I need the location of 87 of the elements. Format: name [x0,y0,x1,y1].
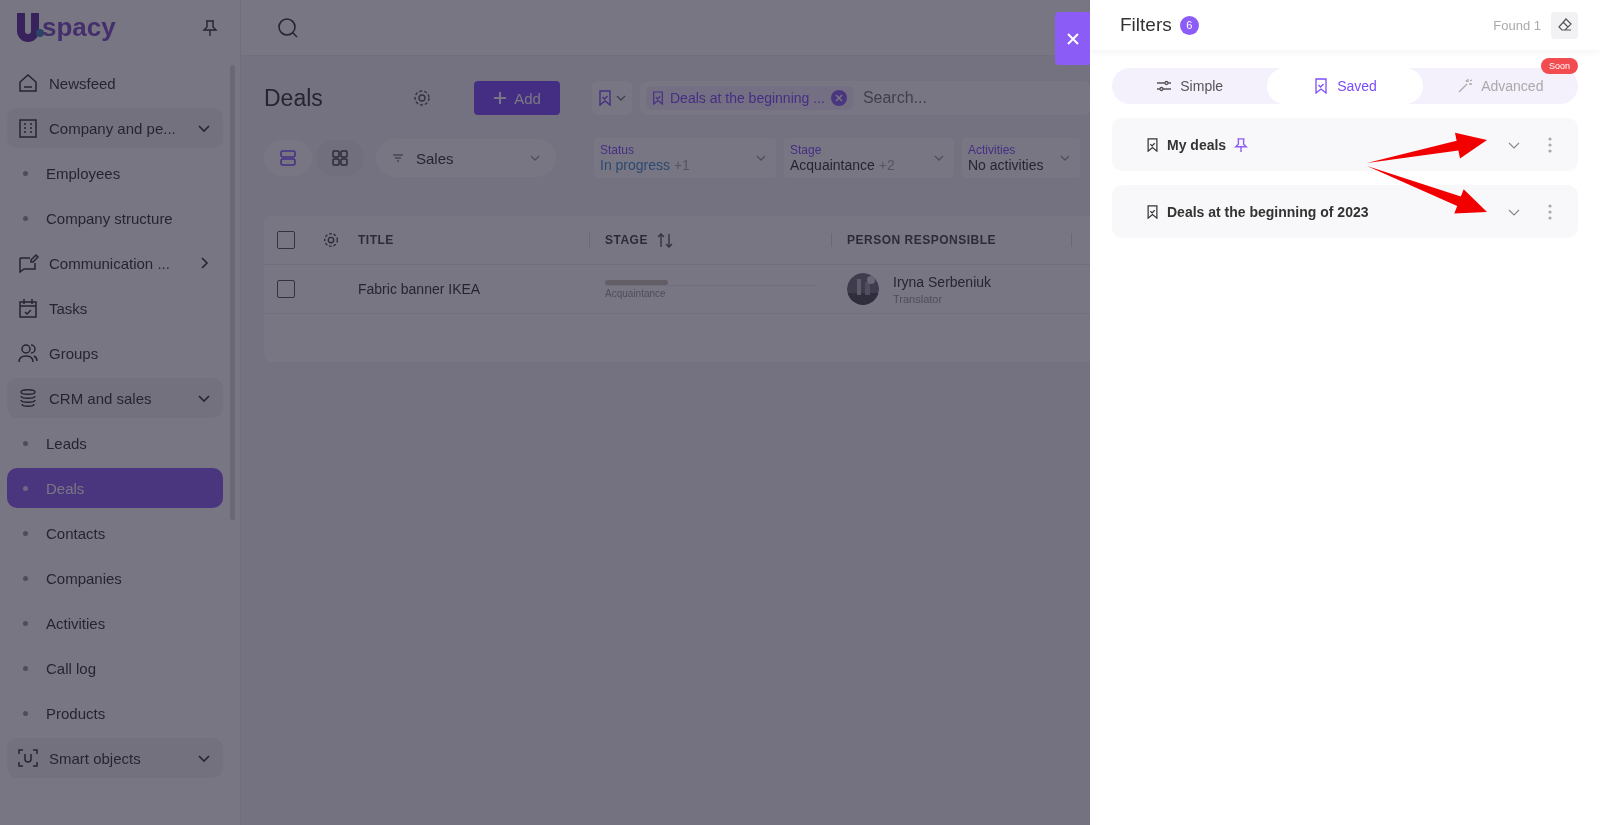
bullet-icon [23,620,28,626]
bookmark-icon [598,90,612,106]
nav-icon [17,117,39,139]
nav-subitem[interactable]: Activities [7,603,223,643]
grid-icon [331,149,349,167]
bullet-icon [23,530,28,536]
nav-item[interactable]: Groups [7,333,223,373]
page-title: Deals [264,84,324,112]
more-icon[interactable] [1548,203,1552,220]
nav-subitem[interactable]: Contacts [7,513,223,553]
list-icon [279,149,297,167]
settings-icon[interactable] [322,231,340,249]
bullet-icon [23,710,28,716]
filter-tab[interactable]: Simple [1112,68,1268,104]
saved-filters-dropdown[interactable] [592,81,632,115]
sort-icon[interactable] [655,232,674,248]
nav-icon [17,252,39,274]
close-icon [1066,32,1079,45]
tab-icon [1313,78,1330,94]
nav-icon [17,747,39,769]
bullet-icon [23,665,28,671]
nav-subitem[interactable]: Call log [7,648,223,688]
clear-filters-button[interactable] [1551,11,1578,39]
column-header[interactable]: STAGE [605,233,648,247]
chevron-icon [530,153,540,163]
eraser-icon [1557,18,1572,32]
clear-icon[interactable] [830,90,847,106]
more-icon[interactable] [1548,136,1552,153]
nav-subitem[interactable]: Leads [7,423,223,463]
nav-subitem[interactable]: Company structure [7,198,223,238]
nav-item[interactable]: Company and pe... [7,108,223,148]
bookmark-icon [1146,204,1159,219]
column-header[interactable]: PERSON RESPONSIBLE [847,233,997,247]
logo-text: spacy [42,12,116,43]
chevron-icon [1060,153,1070,163]
saved-filter-card[interactable]: My deals [1112,118,1578,171]
select-all-checkbox[interactable] [277,231,295,249]
chevron-icon [616,93,626,103]
person-name: Iryna Serbeniuk [893,273,992,290]
nav-icon [17,342,39,364]
nav-item[interactable]: Smart objects [7,738,223,778]
filter-field[interactable]: Activities No activities [962,138,1080,178]
nav-subitem[interactable]: Companies [7,558,223,598]
chevron-icon [756,153,766,163]
bookmark-icon [652,91,664,105]
nav-icon [17,387,39,409]
nav-item[interactable]: Communication ... [7,243,223,283]
nav-item[interactable]: Tasks [7,288,223,328]
saved-filter-name: Deals at the beginning of 2023 [1167,203,1369,220]
close-button[interactable] [1055,12,1090,65]
row-checkbox[interactable] [277,280,295,298]
count-badge: 6 [1179,15,1199,35]
logo-icon [14,10,44,45]
panel-title: Filters [1120,14,1172,36]
found-count: Found 1 [1493,17,1541,33]
search-icon[interactable] [277,16,299,39]
bullet-icon [23,440,28,446]
pin-icon[interactable] [202,18,218,37]
settings-icon[interactable] [412,88,432,108]
add-button[interactable]: Add [474,81,560,115]
view-toggle[interactable] [264,140,312,176]
bullet-icon [23,485,28,491]
bullet-icon [23,170,28,176]
nav-subitem[interactable]: Employees [7,153,223,193]
filter-icon [392,153,404,163]
tab-icon [1156,78,1173,94]
nav-icon [17,297,39,319]
nav-item[interactable]: CRM and sales [7,378,223,418]
saved-filter-card[interactable]: Deals at the beginning of 2023 [1112,185,1578,238]
nav-item[interactable]: Newsfeed [7,63,223,103]
nav-subitem[interactable]: Deals [7,468,223,508]
tab-icon [1457,78,1474,94]
bookmark-icon [1146,137,1159,152]
bullet-icon [23,215,28,221]
plus-icon [493,91,508,105]
table-cell: Fabric banner IKEA [358,281,481,297]
pin-icon[interactable] [1234,136,1249,153]
filter-tab[interactable]: Saved [1267,68,1423,104]
column-header[interactable]: TITLE [358,233,394,247]
nav-subitem[interactable]: Products [7,693,223,733]
filter-chip[interactable]: Deals at the beginning ... [646,86,853,110]
chevron-icon [934,153,944,163]
nav-icon [17,72,39,94]
pipeline-select[interactable]: Sales [376,139,556,177]
saved-filter-name: My deals [1167,136,1227,153]
bullet-icon [23,575,28,581]
soon-badge: Soon [1540,58,1578,74]
